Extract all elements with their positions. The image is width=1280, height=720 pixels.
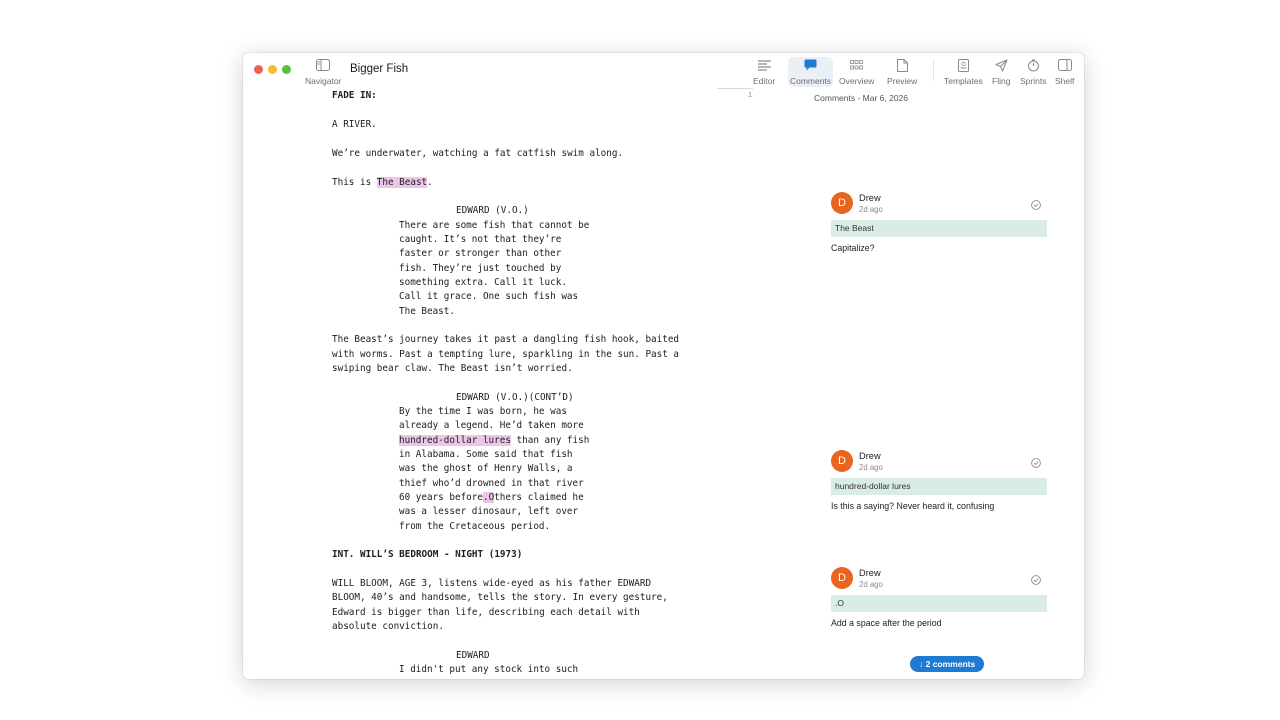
comment-quote: The Beast — [831, 220, 1047, 237]
shelf-button[interactable]: Shelf — [1055, 57, 1074, 87]
script-line-dialogue[interactable]: from the Cretaceous period. — [399, 521, 550, 532]
script-line-dialogue[interactable]: was the ghost of Henry Walls, a — [399, 463, 573, 474]
avatar: D — [831, 567, 853, 589]
script-line-character[interactable]: EDWARD (V.O.)(CONT’D) — [456, 392, 574, 403]
script-line-dialogue[interactable]: thief who’d drowned in that river — [399, 478, 584, 489]
script-line-action[interactable]: absolute conviction. — [332, 621, 444, 632]
comment-author: Drew — [859, 568, 881, 578]
script-line-dialogue[interactable]: caught. It’s not that they’re — [399, 234, 561, 245]
sprints-label: Sprints — [1020, 76, 1047, 86]
preview-label: Preview — [887, 76, 918, 86]
line-text: 60 years before — [399, 492, 483, 503]
send-icon — [993, 57, 1009, 73]
comment-text: Capitalize? — [831, 243, 875, 253]
zoom-window-button[interactable] — [282, 65, 291, 74]
comments-panel-header: Comments - Mar 6, 2026 — [814, 93, 909, 103]
script-line-action[interactable]: We’re underwater, watching a fat catfish… — [332, 148, 623, 159]
script-line-transition[interactable]: FADE IN: — [332, 90, 377, 101]
shelf-icon — [1057, 57, 1073, 73]
script-line-scene[interactable]: INT. WILL’S BEDROOM - NIGHT (1973) — [332, 549, 522, 560]
script-line-character[interactable]: EDWARD — [456, 650, 490, 661]
script-line-action[interactable]: The Beast’s journey takes it past a dang… — [332, 334, 679, 345]
line-text: . — [427, 177, 433, 188]
minimize-window-button[interactable] — [268, 65, 277, 74]
script-line-dialogue[interactable]: faster or stronger than other — [399, 248, 561, 259]
comment-highlight[interactable]: The Beast — [376, 177, 428, 188]
comment-text: Add a space after the period — [831, 618, 942, 628]
comment-time: 2d ago — [859, 463, 883, 472]
comment-highlight[interactable]: .O — [482, 492, 495, 503]
close-window-button[interactable] — [254, 65, 263, 74]
grid-icon — [849, 57, 865, 73]
editor-label: Editor — [753, 76, 776, 86]
fling-label: Fling — [992, 76, 1011, 86]
script-line-dialogue[interactable]: already a legend. He’d taken more — [399, 420, 584, 431]
script-line-dialogue[interactable]: Call it grace. One such fish was — [399, 291, 578, 302]
navigator-button[interactable]: Navigator — [305, 57, 341, 87]
overview-button[interactable]: Overview — [839, 57, 874, 87]
editor-button[interactable]: Editor — [753, 57, 775, 87]
script-line-dialogue[interactable]: The Beast. — [399, 306, 455, 317]
document-icon — [894, 57, 910, 73]
script-line-action[interactable]: BLOOM, 40’s and handsome, tells the stor… — [332, 592, 668, 603]
editor-icon — [756, 57, 772, 73]
line-text: thers claimed he — [494, 492, 584, 503]
script-line-dialogue[interactable]: was a lesser dinosaur, left over — [399, 506, 578, 517]
fling-button[interactable]: Fling — [992, 57, 1010, 87]
script-line-dialogue[interactable]: hundred-dollar lures than any fish — [399, 435, 589, 446]
comment-author: Drew — [859, 193, 881, 203]
script-line-action[interactable]: Edward is bigger than life, describing e… — [332, 607, 640, 618]
sprints-button[interactable]: Sprints — [1020, 57, 1046, 87]
comment-time: 2d ago — [859, 205, 883, 214]
line-text: This is — [332, 177, 377, 188]
script-line-action[interactable]: WILL BLOOM, AGE 3, listens wide-eyed as … — [332, 578, 651, 589]
script-line-action[interactable]: A RIVER. — [332, 119, 377, 130]
comment-author: Drew — [859, 451, 881, 461]
script-line-character[interactable]: EDWARD (V.O.) — [456, 205, 529, 216]
templates-label: Templates — [944, 76, 983, 86]
template-icon — [955, 57, 971, 73]
script-line-dialogue[interactable]: There are some fish that cannot be — [399, 220, 589, 231]
script-line-dialogue[interactable]: fish. They’re just touched by — [399, 263, 561, 274]
sidebar-icon — [315, 57, 331, 73]
comment-highlight[interactable]: hundred-dollar lures — [399, 435, 511, 446]
script-line-action[interactable]: This is The Beast. — [332, 177, 433, 188]
avatar: D — [831, 192, 853, 214]
script-line-action[interactable]: with worms. Past a tempting lure, sparkl… — [332, 349, 679, 360]
app-window: Navigator Bigger Fish Editor Comments Ov… — [243, 53, 1084, 679]
templates-button[interactable]: Templates — [944, 57, 983, 87]
comment-time: 2d ago — [859, 580, 883, 589]
resolve-check-icon[interactable] — [1031, 197, 1041, 210]
avatar: D — [831, 450, 853, 472]
resolve-check-icon[interactable] — [1031, 572, 1041, 585]
script-line-dialogue[interactable]: I didn't put any stock into such — [399, 664, 578, 675]
script-editor[interactable]: FADE IN: A RIVER. We’re underwater, watchi… — [243, 89, 763, 679]
script-line-dialogue[interactable]: something extra. Call it luck. — [399, 277, 567, 288]
comment-quote: .O — [831, 595, 1047, 612]
document-title: Bigger Fish — [350, 63, 409, 75]
comment-bubble-icon — [803, 57, 819, 73]
line-text: than any fish — [510, 435, 590, 446]
comments-button[interactable]: Comments — [788, 57, 833, 87]
comment-quote: hundred-dollar lures — [831, 478, 1047, 495]
script-line-dialogue[interactable]: 60 years before.Others claimed he — [399, 492, 584, 503]
comments-label: Comments — [789, 76, 832, 86]
script-line-action[interactable]: swiping bear claw. The Beast isn’t worri… — [332, 363, 573, 374]
shelf-label: Shelf — [1055, 76, 1075, 86]
timer-icon — [1025, 57, 1041, 73]
preview-button[interactable]: Preview — [887, 57, 917, 87]
more-comments-button[interactable]: ↓ 2 comments — [910, 656, 985, 672]
resolve-check-icon[interactable] — [1031, 455, 1041, 468]
navigator-label: Navigator — [305, 76, 342, 86]
script-line-dialogue[interactable]: in Alabama. Some said that fish — [399, 449, 573, 460]
comment-text: Is this a saying? Never heard it, confus… — [831, 501, 995, 511]
script-line-dialogue[interactable]: By the time I was born, he was — [399, 406, 567, 417]
overview-label: Overview — [839, 76, 875, 86]
toolbar-divider — [933, 59, 934, 81]
